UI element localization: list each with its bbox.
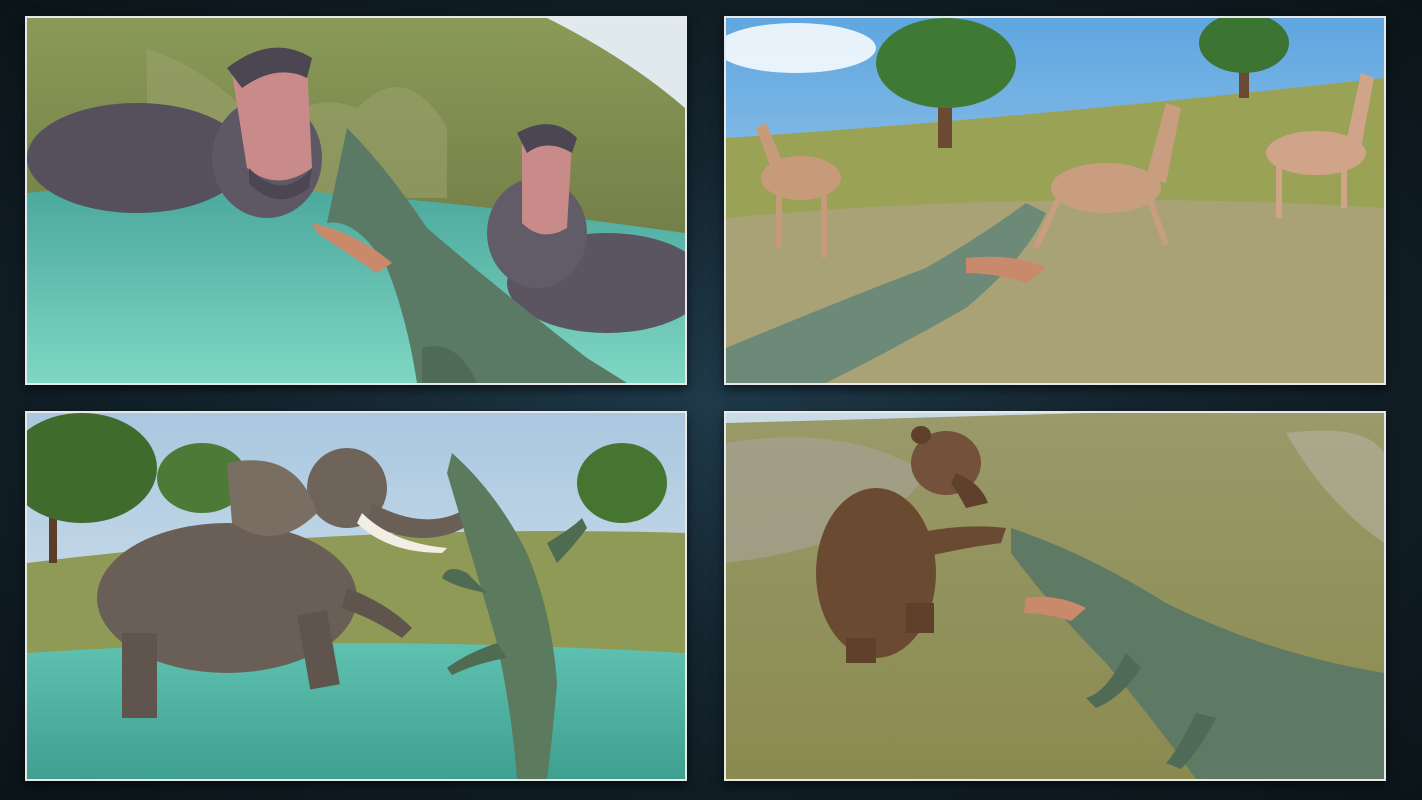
screenshot-panel-bear-fight xyxy=(724,411,1386,781)
bear-scene-illustration xyxy=(726,413,1384,779)
elephant-scene-illustration xyxy=(27,413,685,779)
deer-scene-illustration xyxy=(726,18,1384,383)
screenshot-panel-deer-hunt xyxy=(724,16,1386,385)
hippo-scene-illustration xyxy=(27,18,685,383)
screenshot-gallery: { "gallery": { "layout": "2x2 grid", "pa… xyxy=(0,0,1422,800)
tree-right xyxy=(577,443,667,523)
screenshot-panel-elephant-fight xyxy=(25,411,687,781)
screenshot-panel-hippo-fight xyxy=(25,16,687,385)
